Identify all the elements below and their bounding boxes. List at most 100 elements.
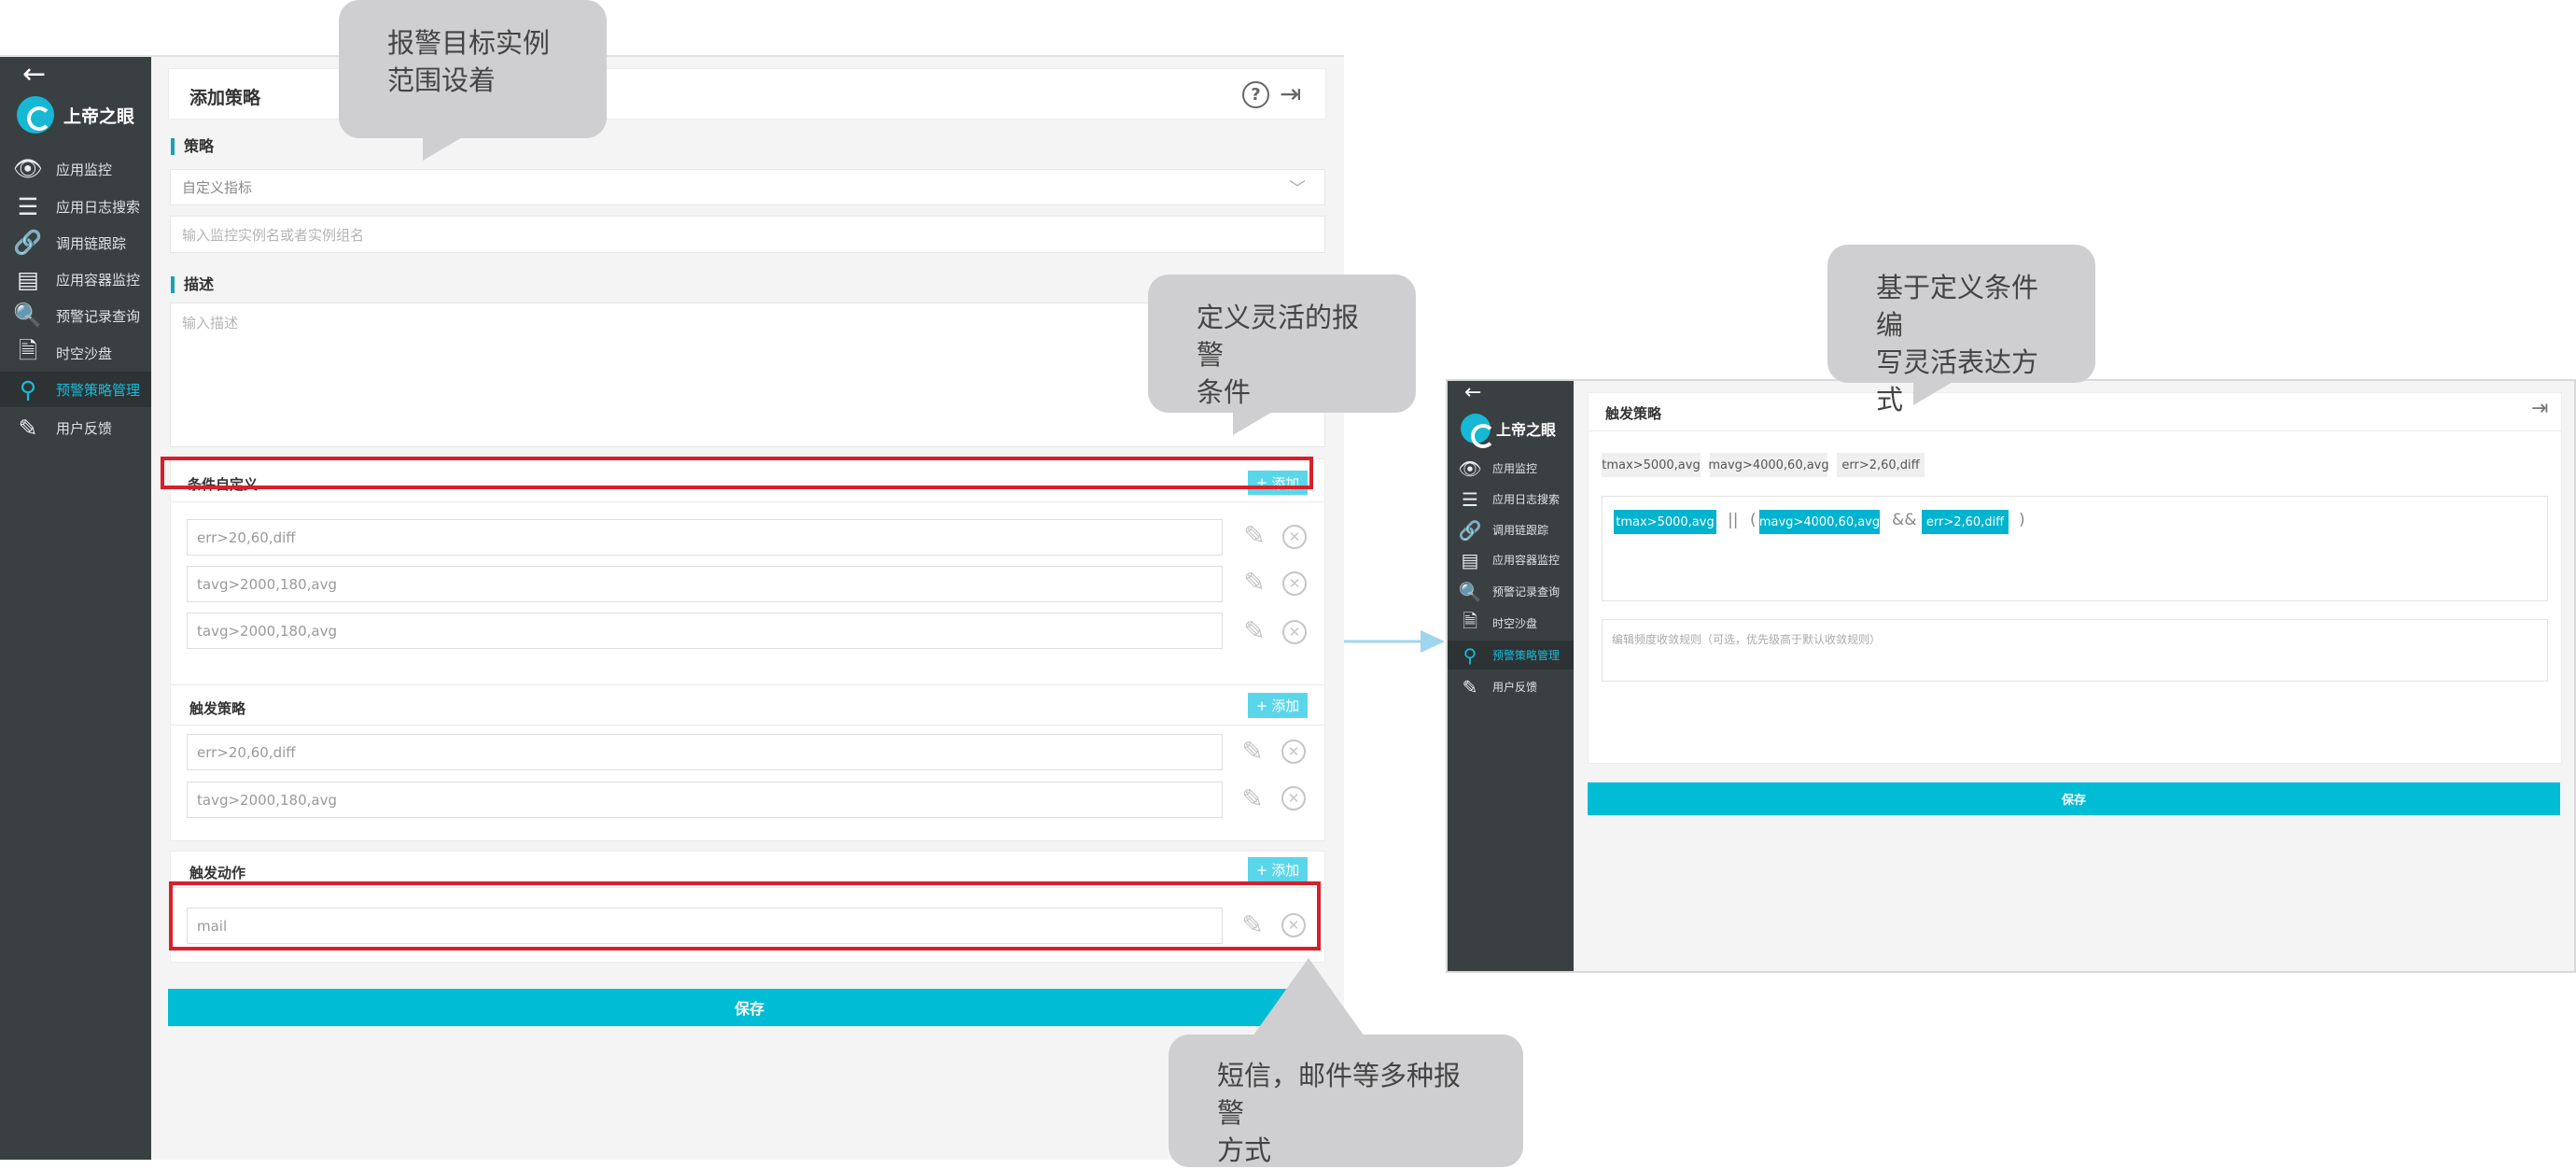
strategy-select[interactable]: 自定义指标 ﹀: [170, 169, 1325, 205]
conditions-section: 条件自定义 + 添加 err>20,60,diff ✎ ✕ tavg>2000,1…: [170, 458, 1325, 723]
delete-icon[interactable]: ✕: [1282, 620, 1307, 644]
delete-icon[interactable]: ✕: [1281, 739, 1306, 764]
sidebar-item-alert-records[interactable]: 🔍 预警记录查询: [0, 298, 151, 333]
magnifier-icon: 🔍: [13, 302, 43, 329]
exit-icon[interactable]: ⇥: [1280, 78, 1301, 109]
expression-editor[interactable]: tmax>5000,avg || ( mavg>4000,60,avg && e…: [1602, 496, 2548, 601]
sidebar-item-trace[interactable]: 🔗 调用链跟踪: [1448, 515, 1574, 544]
callout-flexible-conditions: 定义灵活的报警 条件: [1148, 275, 1416, 413]
trigger-row-input[interactable]: err>20,60,diff: [187, 734, 1223, 770]
edit-icon[interactable]: ✎: [1239, 523, 1269, 549]
callout-line: 范围设着: [387, 64, 497, 96]
callout-line: 短信，邮件等多种报警: [1217, 1060, 1462, 1129]
add-trigger-button[interactable]: + 添加: [1248, 693, 1308, 718]
callout-tail: [1253, 958, 1365, 1036]
sidebar-item-feedback[interactable]: ✎ 用户反馈: [1448, 672, 1574, 701]
logo-text: 上帝之眼: [63, 106, 135, 127]
flow-arrow-icon: [1344, 630, 1445, 653]
expression-tag[interactable]: tmax>5000,avg: [1614, 510, 1716, 534]
expression-tag[interactable]: err>2,60,diff: [1922, 510, 2009, 534]
server-icon: ▤: [17, 265, 39, 293]
save-label: 保存: [734, 1000, 764, 1018]
document-clock-icon: 🗎: [1462, 609, 1478, 632]
trigger-row-input[interactable]: tavg>2000,180,avg: [187, 782, 1223, 818]
chip-label: err>2,60,diff: [1841, 458, 1920, 472]
condition-row-input[interactable]: tavg>2000,180,avg: [187, 566, 1223, 602]
edit-icon[interactable]: ✎: [1238, 786, 1267, 812]
trigger-strategy-title: 触发策略: [189, 700, 246, 717]
condition-chip[interactable]: err>2,60,diff: [1837, 453, 1925, 477]
description-placeholder: 输入描述: [182, 315, 239, 331]
save-button[interactable]: 保存: [1588, 782, 2560, 815]
sidebar-item-alert-records[interactable]: 🔍 预警记录查询: [1448, 577, 1574, 606]
convergence-rule-placeholder: 编辑频度收敛规则（可选，优先级高于默认收敛规则）: [1612, 633, 1882, 646]
condition-row-input[interactable]: tavg>2000,180,avg: [187, 613, 1223, 649]
sidebar-item-sandbox[interactable]: 🗎 时空沙盘: [1448, 609, 1574, 638]
sidebar-item-container-monitor[interactable]: ▤ 应用容器监控: [1448, 545, 1574, 574]
delete-icon[interactable]: ✕: [1282, 525, 1307, 549]
delete-icon[interactable]: ✕: [1281, 786, 1306, 810]
tag-label: tmax>5000,avg: [1616, 514, 1715, 529]
chip-label: mavg>4000,60,avg: [1708, 458, 1829, 472]
plus-icon: +: [1255, 861, 1268, 879]
sidebar-item-alert-strategy[interactable]: ⚲ 预警策略管理: [0, 372, 151, 407]
sidebar-item-app-monitor[interactable]: 👁 应用监控: [1448, 454, 1574, 483]
edit-icon[interactable]: ✎: [1239, 570, 1269, 596]
delete-icon[interactable]: ✕: [1282, 571, 1307, 596]
expression-tag[interactable]: mavg>4000,60,avg: [1759, 510, 1880, 534]
server-icon: ▤: [1461, 548, 1479, 571]
nav-label: 预警记录查询: [1492, 585, 1561, 599]
condition-value: err>20,60,diff: [197, 528, 296, 546]
callout-line: 条件: [1197, 376, 1252, 408]
actions-highlight-box: [169, 881, 1321, 951]
condition-row-input[interactable]: err>20,60,diff: [187, 519, 1223, 556]
trigger-action-title: 触发动作: [189, 865, 246, 881]
instance-input[interactable]: 输入监控实例名或者实例组名: [170, 216, 1325, 253]
help-icon[interactable]: ?: [1242, 81, 1269, 108]
save-button[interactable]: 保存: [168, 989, 1331, 1026]
back-icon[interactable]: ←: [22, 61, 46, 89]
trigger-strategy-panel: 触发策略 ⇥ tmax>5000,avg mavg>4000,60,avg er…: [1588, 392, 2562, 764]
tag-label: err>2,60,diff: [1925, 514, 2005, 529]
edit-icon[interactable]: ✎: [1238, 739, 1267, 765]
sidebar-item-trace[interactable]: 🔗 调用链跟踪: [0, 225, 151, 261]
operator-and: &&: [1892, 511, 1917, 529]
callout-line: 方式: [1217, 1134, 1272, 1166]
chip-label: tmax>5000,avg: [1602, 458, 1701, 472]
nav-label: 预警记录查询: [56, 307, 141, 325]
callout-tail: [1913, 381, 1954, 405]
sidebar-item-container-monitor[interactable]: ▤ 应用容器监控: [0, 261, 151, 297]
open-paren: (: [1750, 511, 1757, 529]
add-label: 添加: [1271, 862, 1300, 879]
condition-chip[interactable]: mavg>4000,60,avg: [1708, 453, 1829, 477]
sidebar-item-sandbox[interactable]: 🗎 时空沙盘: [0, 335, 151, 371]
eye-icon: 👁: [13, 155, 43, 182]
callout-line: 写灵活表达方式: [1876, 346, 2039, 415]
sidebar: ← 上帝之眼 👁 应用监控 ☰ 应用日志搜索 🔗 调用链跟踪 ▤ 应用容器监控 🔍 预警记…: [1448, 381, 1574, 971]
sidebar-item-app-monitor[interactable]: 👁 应用监控: [0, 151, 151, 187]
add-label: 添加: [1271, 697, 1300, 714]
add-action-button[interactable]: + 添加: [1248, 857, 1308, 882]
conditions-highlight-box: [161, 457, 1313, 489]
divider: [1589, 430, 2561, 431]
callout-target-scope: 报警目标实例 范围设着: [339, 0, 607, 138]
sidebar-item-feedback[interactable]: ✎ 用户反馈: [0, 410, 151, 445]
callout-line: 定义灵活的报警: [1197, 302, 1360, 371]
condition-chip[interactable]: tmax>5000,avg: [1602, 453, 1701, 477]
back-icon[interactable]: ←: [1464, 383, 1481, 403]
sidebar-item-log-search[interactable]: ☰ 应用日志搜索: [1448, 485, 1574, 514]
sidebar-item-log-search[interactable]: ☰ 应用日志搜索: [0, 189, 151, 224]
nav-label: 时空沙盘: [1492, 617, 1538, 630]
exit-icon[interactable]: ⇥: [2531, 397, 2548, 420]
sidebar-item-alert-strategy[interactable]: ⚲ 预警策略管理: [1448, 641, 1574, 669]
nav-label: 应用监控: [1492, 462, 1538, 475]
callout-tail: [423, 136, 464, 161]
edit-icon[interactable]: ✎: [1239, 618, 1269, 644]
document-clock-icon: 🗎: [18, 336, 38, 364]
strategy-editor-window: ← 上帝之眼 👁 应用监控 ☰ 应用日志搜索 🔗 调用链跟踪 ▤ 应用容器监控 🔍 预警记…: [0, 55, 1344, 1160]
callout-tail: [1233, 411, 1274, 435]
convergence-rule-input[interactable]: 编辑频度收敛规则（可选，优先级高于默认收敛规则）: [1602, 619, 2548, 682]
eye-icon: 👁: [1458, 457, 1482, 480]
nav-label: 应用容器监控: [1492, 554, 1561, 567]
plus-icon: +: [1255, 697, 1268, 714]
